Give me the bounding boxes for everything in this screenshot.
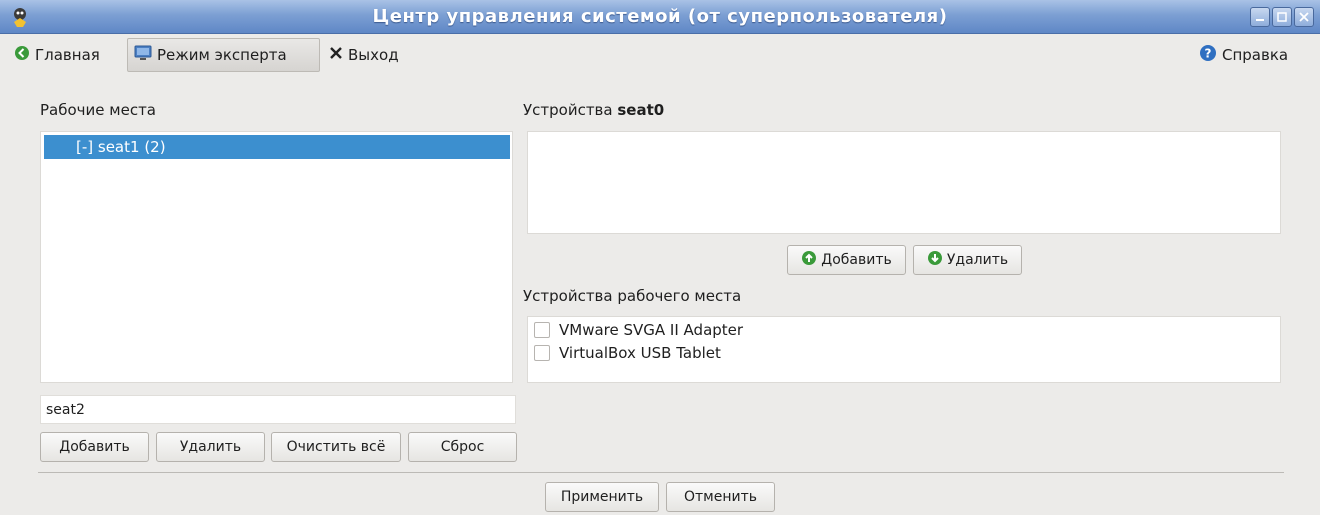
devices-heading-seat: seat0 — [617, 101, 665, 119]
device-list[interactable] — [527, 131, 1281, 234]
remove-device-button[interactable]: Удалить — [913, 245, 1022, 275]
toolbar: Главная Режим эксперта Выход ? Справка — [0, 38, 1320, 74]
add-device-button[interactable]: Добавить — [787, 245, 906, 275]
maximize-button[interactable] — [1272, 7, 1292, 27]
reset-button[interactable]: Сброс — [408, 432, 517, 462]
x-icon — [329, 46, 343, 64]
apply-button[interactable]: Применить — [545, 482, 659, 512]
devices-heading: Устройства seat0 — [523, 101, 664, 119]
seat-name-input[interactable] — [40, 395, 516, 424]
add-seat-button[interactable]: Добавить — [40, 432, 149, 462]
exit-button[interactable]: Выход — [323, 38, 405, 72]
seat-list-item[interactable]: [-] seat1 (2) — [44, 135, 510, 159]
help-label: Справка — [1222, 46, 1289, 64]
help-button[interactable]: ? Справка — [1193, 38, 1294, 72]
seat-device-label: VirtualBox USB Tablet — [559, 344, 721, 362]
clear-all-button[interactable]: Очистить всё — [271, 432, 401, 462]
expert-mode-button[interactable]: Режим эксперта — [127, 38, 320, 72]
window-controls — [1250, 7, 1314, 27]
svg-text:?: ? — [1205, 47, 1212, 61]
seats-heading: Рабочие места — [40, 101, 156, 119]
seat-device-label: VMware SVGA II Adapter — [559, 321, 744, 339]
exit-label: Выход — [348, 46, 399, 64]
monitor-icon — [134, 45, 152, 65]
checkbox[interactable] — [534, 322, 550, 338]
add-device-label: Добавить — [821, 252, 892, 268]
seat-list[interactable]: [-] seat1 (2) — [40, 131, 513, 383]
remove-seat-button[interactable]: Удалить — [156, 432, 265, 462]
close-button[interactable] — [1294, 7, 1314, 27]
remove-icon — [927, 250, 943, 270]
seat-device-item[interactable]: VMware SVGA II Adapter — [534, 319, 743, 341]
add-icon — [801, 250, 817, 270]
window-title: Центр управления системой (от суперпольз… — [372, 6, 948, 27]
seat-device-item[interactable]: VirtualBox USB Tablet — [534, 342, 721, 364]
minimize-button[interactable] — [1250, 7, 1270, 27]
cancel-button[interactable]: Отменить — [666, 482, 775, 512]
help-icon: ? — [1199, 44, 1217, 66]
home-button[interactable]: Главная — [8, 38, 106, 72]
home-label: Главная — [35, 46, 100, 64]
window-title-bar[interactable]: Центр управления системой (от суперпольз… — [0, 0, 1320, 34]
expert-mode-label: Режим эксперта — [157, 46, 287, 64]
home-arrow-icon — [14, 45, 30, 65]
remove-device-label: Удалить — [946, 252, 1009, 268]
seat-device-list[interactable]: VMware SVGA II Adapter VirtualBox USB Ta… — [527, 316, 1281, 383]
devices-heading-prefix: Устройства — [523, 101, 613, 119]
footer-divider — [38, 472, 1284, 473]
checkbox[interactable] — [534, 345, 550, 361]
seat-devices-heading: Устройства рабочего места — [523, 287, 742, 305]
